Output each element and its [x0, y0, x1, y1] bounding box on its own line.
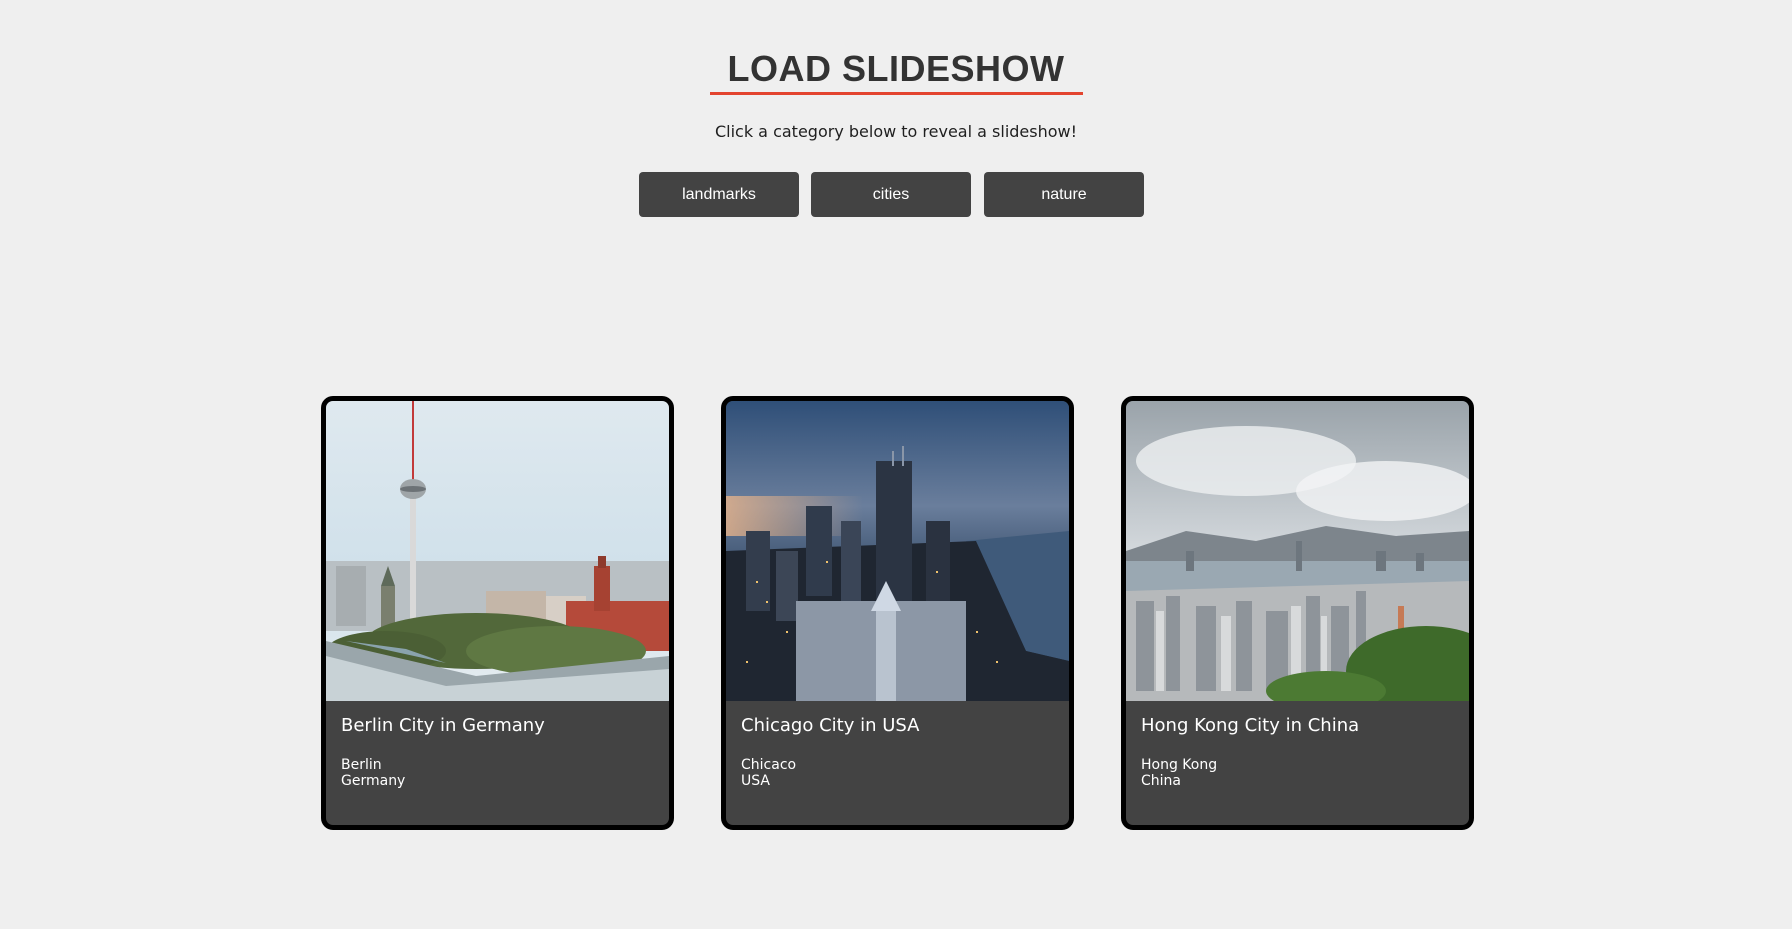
card-title: Hong Kong City in China [1141, 715, 1360, 736]
card-image-berlin [326, 401, 669, 701]
city-card-chicago[interactable]: Chicago City in USA Chicaco USA [721, 396, 1074, 830]
berlin-photo [326, 401, 669, 701]
category-button-cities[interactable]: cities [811, 172, 971, 217]
card-body: Hong Kong City in China Hong Kong China [1126, 701, 1469, 825]
card-body: Berlin City in Germany Berlin Germany [326, 701, 669, 825]
card-body: Chicago City in USA Chicaco USA [726, 701, 1069, 825]
card-country: China [1141, 773, 1181, 789]
card-country: Germany [341, 773, 406, 789]
city-card-hong-kong[interactable]: Hong Kong City in China Hong Kong China [1121, 396, 1474, 830]
category-buttons: landmarks cities nature [639, 172, 1144, 217]
card-city: Hong Kong [1141, 757, 1218, 773]
hong-kong-photo [1126, 401, 1469, 701]
page-title: LOAD SLIDESHOW [709, 48, 1083, 95]
category-button-nature[interactable]: nature [984, 172, 1144, 217]
chicago-photo [726, 401, 1069, 701]
card-city: Berlin [341, 757, 382, 773]
card-city: Chicaco [741, 757, 797, 773]
card-country: USA [741, 773, 770, 789]
card-image-hong-kong [1126, 401, 1469, 701]
city-card-berlin[interactable]: Berlin City in Germany Berlin Germany [321, 396, 674, 830]
card-title: Berlin City in Germany [341, 715, 545, 736]
category-button-landmarks[interactable]: landmarks [639, 172, 799, 217]
card-title: Chicago City in USA [741, 715, 920, 736]
card-image-chicago [726, 401, 1069, 701]
page-subtitle: Click a category below to reveal a slide… [714, 122, 1078, 141]
page-header: LOAD SLIDESHOW [0, 48, 1792, 95]
